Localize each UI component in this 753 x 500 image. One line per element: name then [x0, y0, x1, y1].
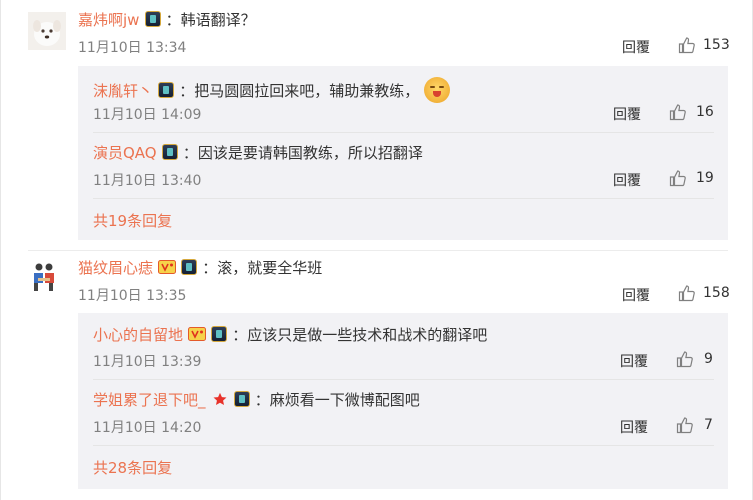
game-badge-icon [144, 11, 161, 27]
vip-badge-icon [158, 260, 177, 274]
reply-text: ：麻烦看一下微博配图吧 [254, 391, 420, 409]
like-button[interactable] [676, 350, 694, 372]
username-link[interactable]: 嘉炜啊jw [78, 11, 139, 29]
thumbs-up-icon [669, 104, 686, 121]
reply-header: 学姐累了退下吧_ ：麻烦看一下微博配图吧 [93, 389, 420, 410]
reply-text: ：因该是要请韩国教练，所以招翻译 [182, 144, 423, 162]
game-badge-icon [211, 326, 228, 342]
reply-button[interactable]: 回覆 [620, 351, 648, 371]
game-badge-icon [181, 259, 198, 275]
reply-time: 11月10日 14:09 [93, 107, 202, 123]
like-button[interactable] [678, 36, 696, 58]
comment-header: 猫纹眉心痣 ：滚，就要全华班 [78, 257, 322, 278]
comment-text: ：滚，就要全华班 [202, 259, 323, 277]
game-badge-icon [233, 391, 250, 407]
emoji-icon [424, 77, 451, 103]
more-replies-link[interactable]: 共19条回复 [93, 210, 172, 231]
divider [93, 379, 714, 380]
divider [93, 445, 714, 446]
game-badge-icon [161, 144, 178, 160]
thumbs-up-icon [678, 285, 695, 302]
reply-time: 11月10日 14:20 [93, 420, 202, 436]
username-link[interactable]: 演员QAQ [93, 144, 157, 162]
thumbs-up-icon [669, 170, 686, 187]
reply-button[interactable]: 回覆 [620, 417, 648, 437]
reply-text: ：把马圆圆拉回来吧，辅助兼教练， [179, 82, 420, 100]
reply-button[interactable]: 回覆 [622, 285, 650, 305]
like-count: 9 [704, 351, 713, 367]
comment-time: 11月10日 13:35 [78, 288, 187, 304]
like-button[interactable] [676, 416, 694, 438]
like-count: 153 [703, 37, 730, 53]
vip-badge-icon [188, 327, 207, 341]
comment-time: 11月10日 13:34 [78, 40, 187, 56]
divider [93, 132, 714, 133]
username-link[interactable]: 学姐累了退下吧_ [93, 391, 206, 409]
divider [93, 198, 714, 199]
reply-time: 11月10日 13:39 [93, 354, 202, 370]
reply-button[interactable]: 回覆 [613, 170, 641, 190]
like-button[interactable] [678, 284, 696, 306]
thumbs-up-icon [678, 37, 695, 54]
more-replies-link[interactable]: 共28条回复 [93, 457, 172, 478]
comment-header: 嘉炜啊jw ：韩语翻译？ [78, 9, 256, 30]
reply-button[interactable]: 回覆 [613, 104, 641, 124]
like-button[interactable] [669, 169, 687, 191]
username-link[interactable]: 猫纹眉心痣 [78, 259, 153, 277]
like-count: 16 [696, 104, 714, 120]
comment-list: 嘉炜啊jw ：韩语翻译？ 11月10日 13:34 回覆 153 沫胤轩丶 ：把… [0, 0, 753, 500]
game-badge-icon [158, 82, 175, 98]
avatar[interactable] [28, 12, 66, 50]
star-badge-icon [213, 392, 227, 406]
avatar[interactable] [28, 258, 66, 296]
reply-text: ：应该只是做一些技术和战术的翻译吧 [232, 326, 488, 344]
like-count: 7 [704, 417, 713, 433]
reply-header: 沫胤轩丶 ：把马圆圆拉回来吧，辅助兼教练， [93, 77, 451, 103]
like-count: 158 [703, 285, 730, 301]
divider [28, 250, 728, 251]
like-button[interactable] [669, 103, 687, 125]
thumbs-up-icon [676, 351, 693, 368]
reply-time: 11月10日 13:40 [93, 173, 202, 189]
username-link[interactable]: 小心的自留地 [93, 326, 183, 344]
like-count: 19 [696, 170, 714, 186]
reply-header: 演员QAQ ：因该是要请韩国教练，所以招翻译 [93, 142, 423, 163]
username-link[interactable]: 沫胤轩丶 [93, 82, 153, 100]
thumbs-up-icon [676, 417, 693, 434]
comment-text: ：韩语翻译？ [165, 11, 256, 29]
reply-header: 小心的自留地 ：应该只是做一些技术和战术的翻译吧 [93, 324, 487, 345]
reply-button[interactable]: 回覆 [622, 37, 650, 57]
